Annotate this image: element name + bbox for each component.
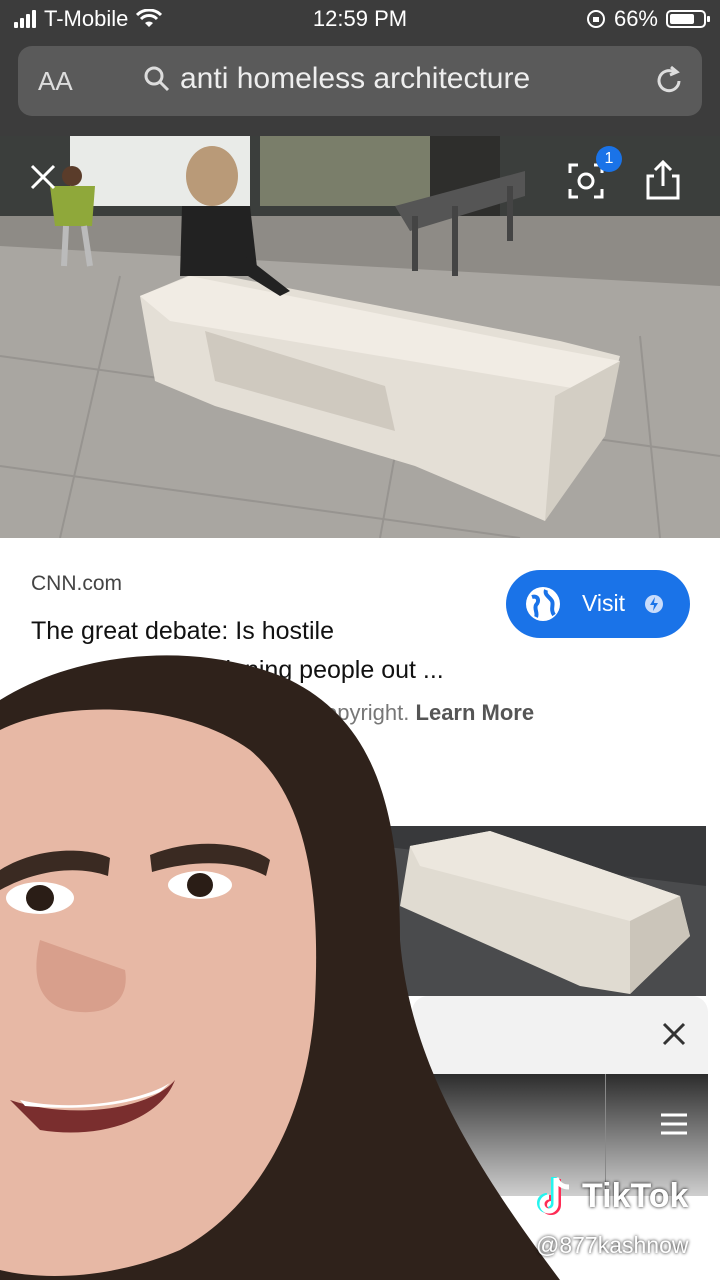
close-icon[interactable] [660,1020,688,1048]
result-image [0,136,720,538]
creator-video-overlay [0,655,560,1280]
search-query-text: anti homeless architecture [180,62,531,95]
reload-icon[interactable] [652,64,686,98]
battery-icon [666,10,710,28]
search-query-group[interactable]: anti homeless architecture [144,62,530,96]
status-right: 66% [586,6,710,32]
orientation-lock-icon [586,10,605,28]
share-icon[interactable] [640,158,686,204]
battery-percent: 66% [613,6,658,31]
result-source: CNN.com [31,572,123,595]
tiktok-watermark: TikTok [536,1174,688,1218]
lens-badge: 1 [596,146,622,172]
menu-icon[interactable] [658,1110,690,1138]
tiktok-logo [537,1177,570,1215]
text-size-button[interactable]: AA [38,66,73,97]
status-bar: T-Mobile 12:59 PM 66% [0,0,720,40]
visit-button[interactable]: Visit [506,570,690,638]
amp-icon [645,595,663,613]
address-bar[interactable]: AA anti homeless architecture [18,46,702,116]
search-icon [144,66,170,92]
tiktok-brand: TikTok [582,1176,689,1215]
browser-toolbar: AA anti homeless architecture [0,40,720,136]
globe-icon [526,587,560,621]
creator-handle: @877kashnow [536,1232,689,1258]
close-icon[interactable] [26,160,60,194]
visit-label: Visit [582,590,626,616]
